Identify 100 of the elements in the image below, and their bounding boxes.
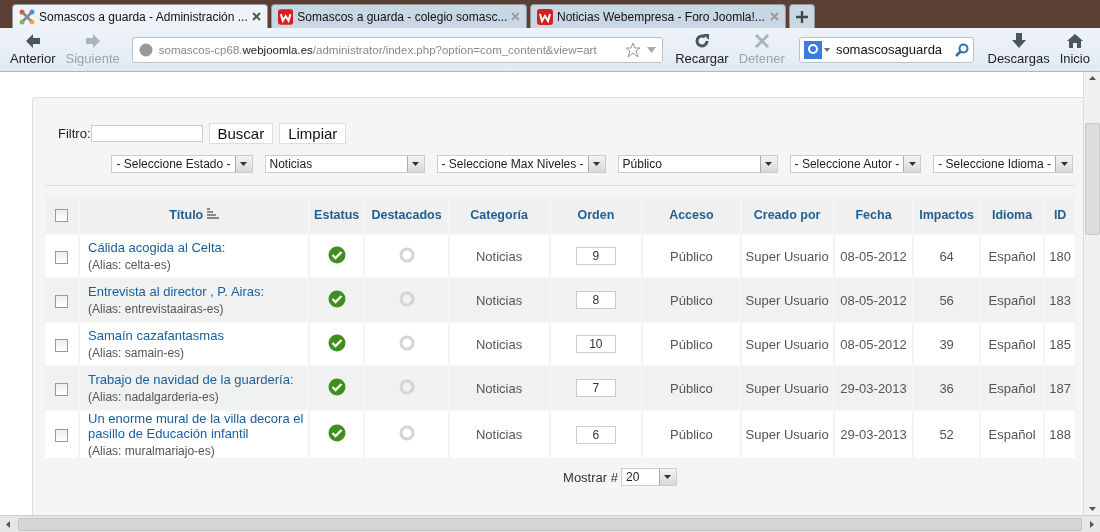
order-input[interactable]: 9 — [575, 247, 616, 265]
filter-input[interactable] — [90, 125, 203, 142]
filter-select[interactable]: Noticias — [264, 155, 425, 173]
reload-icon — [693, 33, 710, 49]
filter-select[interactable]: Público — [617, 155, 778, 173]
unfeatured-circle-icon[interactable] — [398, 425, 415, 441]
column-header[interactable]: Acceso — [643, 197, 740, 233]
scroll-left-arrow-icon[interactable] — [6, 520, 10, 528]
published-check-icon[interactable] — [327, 245, 346, 264]
select-all-checkbox[interactable] — [55, 209, 68, 223]
row-checkbox[interactable] — [55, 294, 68, 308]
table-cell: 29-03-2013 — [834, 411, 913, 458]
scrollbar-thumb[interactable] — [18, 517, 1082, 531]
plus-icon — [796, 10, 808, 23]
filter-select[interactable]: - Seleccione Max Niveles - — [436, 155, 606, 173]
browser-tab[interactable]: Somascos a guarda - colegio somasc... — [271, 4, 527, 28]
article-title-link[interactable]: Trabajo de navidad de la guardería: — [88, 372, 304, 387]
back-button[interactable]: Anterior — [8, 33, 58, 66]
table-cell: 185 — [1045, 323, 1075, 365]
download-arrow-icon — [1010, 33, 1027, 49]
unfeatured-circle-icon[interactable] — [398, 334, 415, 351]
unfeatured-circle-icon[interactable] — [398, 246, 415, 263]
article-title-link[interactable]: Samaín cazafantasmas — [88, 328, 304, 343]
scroll-up-arrow-icon[interactable] — [1088, 76, 1096, 80]
table-cell: Noticias — [449, 235, 549, 277]
alias-text: (Alias: samain-es) — [88, 346, 186, 360]
filter-button[interactable]: Limpiar — [279, 123, 347, 144]
column-header[interactable]: ID — [1045, 197, 1075, 233]
article-title-link[interactable]: Entrevista al director , P. Airas: — [88, 284, 304, 299]
order-input[interactable]: 8 — [575, 291, 616, 309]
table-cell: 52 — [914, 411, 979, 458]
filter-select[interactable]: - Seleccione Estado - — [111, 155, 253, 173]
scroll-down-arrow-icon[interactable] — [1088, 507, 1096, 511]
table-cell: Público — [643, 411, 740, 458]
forward-arrow-icon — [84, 33, 101, 49]
address-bar[interactable]: somascos-cp68.webjoomla.es/administrator/index.php?option=com_content&view=art — [131, 36, 664, 63]
published-check-icon[interactable] — [327, 424, 346, 442]
column-header[interactable]: Título — [80, 197, 308, 233]
column-header[interactable]: Orden — [550, 197, 642, 233]
download-button[interactable]: Descargas — [985, 33, 1052, 66]
home-button[interactable]: Inicio — [1057, 33, 1092, 66]
row-checkbox[interactable] — [55, 250, 68, 264]
page-size-label: Mostrar # — [563, 469, 618, 485]
row-checkbox[interactable] — [55, 382, 68, 396]
alias-text: (Alias: nadalgarderia-es) — [88, 390, 220, 404]
browser-tab[interactable]: Somascos a guarda - Administración ... — [12, 4, 268, 28]
table-cell: Español — [980, 411, 1044, 458]
reload-button[interactable]: Recargar — [673, 33, 731, 66]
table-cell: Noticias — [449, 279, 549, 321]
row-checkbox[interactable] — [55, 338, 68, 352]
published-check-icon[interactable] — [327, 333, 346, 352]
table-cell: Super Usuario — [741, 367, 833, 409]
column-header[interactable]: Impactos — [914, 197, 979, 233]
search-icon[interactable] — [954, 42, 969, 57]
search-field[interactable]: somascosaguarda — [798, 36, 974, 63]
order-input[interactable]: 7 — [575, 379, 616, 397]
filter-select[interactable]: - Seleccione Idioma - — [933, 155, 1073, 173]
column-header[interactable]: Fecha — [834, 197, 913, 233]
table-cell: 29-03-2013 — [834, 367, 913, 409]
table-cell: Super Usuario — [741, 323, 833, 365]
filter-select[interactable]: - Seleccione Autor - — [789, 155, 922, 173]
alias-text: (Alias: entrevistaairas-es) — [88, 302, 225, 316]
column-header[interactable]: Categoría — [449, 197, 549, 233]
w-logo-icon — [537, 8, 553, 25]
column-header[interactable]: Destacados — [365, 197, 448, 233]
column-header[interactable]: Idioma — [980, 197, 1044, 233]
published-check-icon[interactable] — [327, 289, 346, 308]
article-title-link[interactable]: Cálida acogida al Celta: — [88, 240, 304, 255]
table-cell: 183 — [1045, 279, 1075, 321]
close-icon[interactable] — [252, 12, 261, 21]
scrollbar-thumb[interactable] — [1084, 122, 1100, 235]
table-cell: Público — [643, 235, 740, 277]
new-tab-button[interactable] — [789, 4, 815, 28]
column-header[interactable]: Estatus — [309, 197, 364, 233]
filter-label: Filtro: — [58, 126, 91, 141]
filter-button[interactable]: Buscar — [208, 123, 274, 144]
home-icon — [1066, 33, 1083, 49]
table-cell: 08-05-2012 — [834, 279, 913, 321]
table-cell: 36 — [914, 367, 979, 409]
column-header[interactable]: Creado por — [741, 197, 833, 233]
alias-text: (Alias: celta-es) — [88, 258, 172, 272]
order-input[interactable]: 10 — [575, 335, 616, 353]
table-cell: Noticias — [449, 323, 549, 365]
row-checkbox[interactable] — [55, 429, 68, 443]
scroll-right-arrow-icon[interactable] — [1090, 520, 1094, 528]
horizontal-scrollbar[interactable] — [0, 515, 1100, 532]
bookmark-star-icon[interactable] — [625, 41, 642, 58]
table-cell: Español — [980, 279, 1044, 321]
vertical-scrollbar[interactable] — [1083, 72, 1100, 515]
table-cell: Super Usuario — [741, 279, 833, 321]
page-size-select[interactable]: 20 — [620, 468, 677, 486]
table-cell: 08-05-2012 — [834, 323, 913, 365]
back-arrow-icon — [24, 33, 41, 49]
order-input[interactable]: 6 — [575, 425, 616, 444]
table-cell: Super Usuario — [741, 411, 833, 458]
table-cell: 180 — [1045, 235, 1075, 277]
published-check-icon[interactable] — [327, 377, 346, 396]
article-title-link[interactable]: Un enorme mural de la villa decora el pasillo de Educación infantil — [88, 411, 304, 441]
table-cell: 188 — [1045, 411, 1075, 458]
browser-tab[interactable]: Noticias Webempresa - Foro Joomla!... — [530, 4, 786, 28]
